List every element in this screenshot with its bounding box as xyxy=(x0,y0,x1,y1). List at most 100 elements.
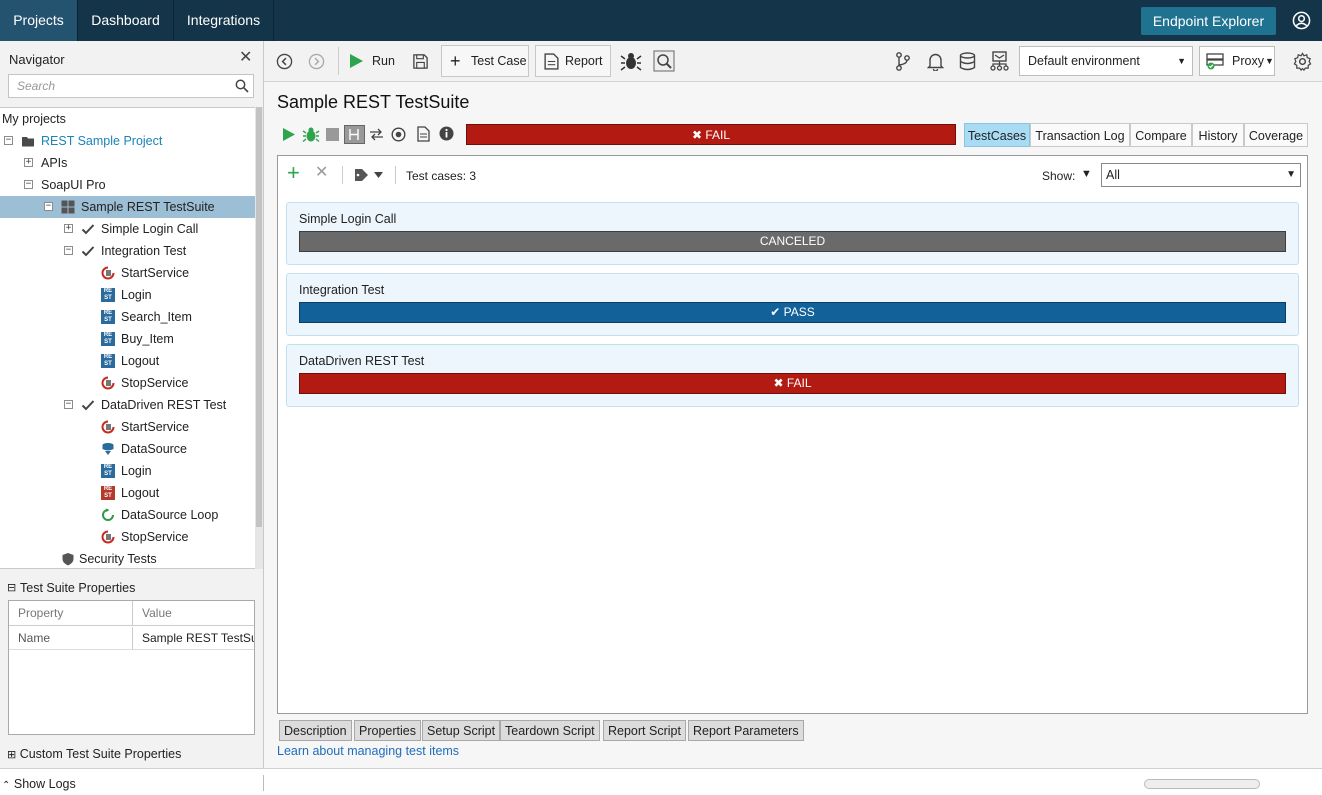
service-start-icon xyxy=(101,266,115,280)
tree-item-step[interactable]: StopService xyxy=(0,526,255,548)
tree-item-step[interactable]: StartService xyxy=(0,262,255,284)
report-label: Report xyxy=(565,54,603,68)
tab-description[interactable]: Description xyxy=(279,720,352,741)
tab-properties[interactable]: Properties xyxy=(354,720,421,741)
parallel-mode-icon[interactable] xyxy=(344,125,365,144)
test-case-card[interactable]: Integration Test ✔ PASS xyxy=(286,273,1299,336)
play-icon[interactable] xyxy=(282,127,296,142)
forward-icon[interactable] xyxy=(308,53,325,70)
report-button[interactable]: Report xyxy=(535,45,611,77)
tree-item-step[interactable]: RE ST Login xyxy=(0,284,255,306)
mock-service-icon[interactable] xyxy=(990,51,1009,71)
run-button[interactable]: Run xyxy=(348,45,396,77)
expand-icon[interactable]: + xyxy=(64,224,73,233)
tree-item-step[interactable]: DataSource Loop xyxy=(0,504,255,526)
target-icon[interactable] xyxy=(391,127,406,142)
save-icon[interactable] xyxy=(412,53,429,70)
collapse-icon[interactable]: − xyxy=(24,180,33,189)
tree-item-apis[interactable]: + APIs xyxy=(0,152,255,174)
branch-icon[interactable] xyxy=(895,52,911,71)
tree-scrollbar-thumb[interactable] xyxy=(256,107,262,527)
show-logs-label: Show Logs xyxy=(13,777,76,791)
bell-icon[interactable] xyxy=(927,52,944,71)
proxy-button[interactable]: Proxy ▼ xyxy=(1199,46,1275,76)
chevron-down-icon: ▼ xyxy=(1286,169,1296,180)
tab-coverage[interactable]: Coverage xyxy=(1244,123,1308,147)
tab-report-parameters[interactable]: Report Parameters xyxy=(688,720,804,741)
collapse-icon[interactable]: − xyxy=(64,400,73,409)
tree-item-test-case[interactable]: − DataDriven REST Test xyxy=(0,394,255,416)
tab-projects[interactable]: Projects xyxy=(0,0,78,41)
show-logs-button[interactable]: ⌃ Show Logs xyxy=(2,777,76,791)
test-case-card[interactable]: DataDriven REST Test ✖ FAIL xyxy=(286,344,1299,407)
rest-request-icon: RE ST xyxy=(101,332,115,346)
datasource-icon xyxy=(102,443,114,455)
tree-item-soapui-pro[interactable]: − SoapUI Pro xyxy=(0,174,255,196)
tab-teardown-script[interactable]: Teardown Script xyxy=(500,720,600,741)
collapse-icon[interactable]: − xyxy=(4,136,13,145)
tree-item-step[interactable]: RE ST Buy_Item xyxy=(0,328,255,350)
account-icon[interactable] xyxy=(1292,11,1311,30)
tab-setup-script[interactable]: Setup Script xyxy=(422,720,501,741)
show-filter-value: All xyxy=(1106,168,1120,182)
info-icon[interactable] xyxy=(439,126,454,141)
bug-icon[interactable] xyxy=(620,51,642,71)
collapse-icon[interactable]: ⊟ xyxy=(7,581,16,594)
search-input[interactable]: Search xyxy=(8,74,254,98)
property-value-cell[interactable]: Sample REST TestSu... xyxy=(133,627,254,650)
show-filter-select[interactable]: All ▼ xyxy=(1101,163,1301,187)
chevron-down-icon[interactable]: ▼ xyxy=(1081,168,1092,180)
back-icon[interactable] xyxy=(276,53,293,70)
document-icon xyxy=(544,53,559,70)
inspect-icon[interactable] xyxy=(653,50,675,72)
tree-item-step[interactable]: RE ST Login xyxy=(0,460,255,482)
gear-icon[interactable] xyxy=(1293,52,1312,71)
test-case-card[interactable]: Simple Login Call CANCELED xyxy=(286,202,1299,265)
tree-item-label: REST Sample Project xyxy=(41,134,163,148)
database-icon[interactable] xyxy=(959,52,976,71)
column-header-value[interactable]: Value xyxy=(133,601,254,626)
custom-properties-toggle[interactable]: ⊞ Custom Test Suite Properties xyxy=(7,747,181,761)
add-test-case-button[interactable]: + Test Case xyxy=(441,45,529,77)
tree-item-test-case[interactable]: − Integration Test xyxy=(0,240,255,262)
tree-item-step[interactable]: RE ST Logout xyxy=(0,482,255,504)
tab-compare[interactable]: Compare xyxy=(1130,123,1192,147)
tree-item-step[interactable]: RE ST Logout xyxy=(0,350,255,372)
property-name-cell[interactable]: Name xyxy=(9,627,133,650)
document-icon[interactable] xyxy=(417,126,430,142)
tab-history[interactable]: History xyxy=(1192,123,1244,147)
test-case-label: Test Case xyxy=(471,54,527,68)
tree-item-test-case[interactable]: + Simple Login Call xyxy=(0,218,255,240)
tree-item-step[interactable]: StartService xyxy=(0,416,255,438)
project-tree: My projects − REST Sample Project + APIs… xyxy=(0,107,263,569)
search-icon[interactable] xyxy=(235,79,249,93)
endpoint-explorer-button[interactable]: Endpoint Explorer xyxy=(1141,7,1276,35)
tree-item-step[interactable]: DataSource xyxy=(0,438,255,460)
tree-item-test-suite[interactable]: − Sample REST TestSuite xyxy=(0,196,255,218)
sequential-mode-icon[interactable] xyxy=(369,127,384,142)
tab-integrations[interactable]: Integrations xyxy=(174,0,274,41)
tab-report-script[interactable]: Report Script xyxy=(603,720,686,741)
expand-icon[interactable]: + xyxy=(24,158,33,167)
tree-item-security-tests[interactable]: Security Tests xyxy=(0,548,255,568)
tree-item-step[interactable]: StopService xyxy=(0,372,255,394)
learn-more-link[interactable]: Learn about managing test items xyxy=(277,744,459,758)
tag-icon[interactable] xyxy=(354,168,384,182)
add-icon[interactable]: + xyxy=(287,160,300,186)
test-case-name: Simple Login Call xyxy=(299,212,397,226)
column-header-property[interactable]: Property xyxy=(9,601,133,626)
tab-dashboard[interactable]: Dashboard xyxy=(78,0,174,41)
collapse-icon[interactable]: − xyxy=(44,202,53,211)
delete-icon[interactable]: ✕ xyxy=(315,164,328,182)
tab-testcases[interactable]: TestCases xyxy=(964,123,1030,147)
tab-transaction-log[interactable]: Transaction Log xyxy=(1030,123,1130,147)
test-case-status-bar: ✖ FAIL xyxy=(299,373,1286,394)
collapse-icon[interactable]: − xyxy=(64,246,73,255)
close-icon[interactable]: ✕ xyxy=(239,50,252,66)
debug-icon[interactable] xyxy=(302,126,320,143)
stop-icon[interactable] xyxy=(326,128,339,141)
navigator-title: Navigator xyxy=(9,52,65,67)
tree-item-step[interactable]: RE ST Search_Item xyxy=(0,306,255,328)
environment-select[interactable]: Default environment ▼ xyxy=(1019,46,1193,76)
tree-item-project[interactable]: − REST Sample Project xyxy=(0,130,255,152)
